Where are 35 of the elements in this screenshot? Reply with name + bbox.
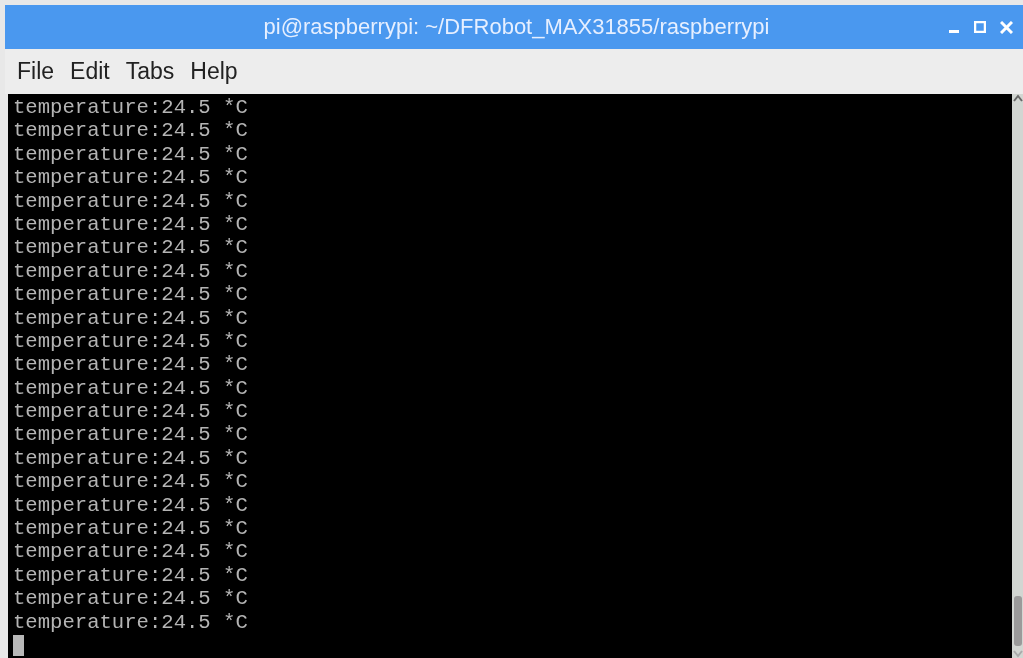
text-cursor <box>13 635 24 656</box>
scroll-up-icon[interactable] <box>1012 94 1023 102</box>
terminal-line: temperature:24.5 *C <box>13 306 248 330</box>
terminal-line: temperature:24.5 *C <box>13 212 248 237</box>
terminal-line: temperature:24.5 *C <box>13 493 248 518</box>
terminal-line: temperature:24.5 *C <box>13 423 248 447</box>
scrollbar[interactable] <box>1012 94 1023 658</box>
close-icon[interactable] <box>1000 20 1013 34</box>
terminal-line: temperature:24.5 *C <box>13 587 248 611</box>
terminal-line: temperature:24.5 *C <box>13 329 248 354</box>
terminal-line: temperature:24.5 *C <box>13 446 248 471</box>
window-title: pi@raspberrypi: ~/DFRobot_MAX31855/raspberrypi <box>262 14 771 40</box>
terminal-line: temperature:24.5 *C <box>13 236 248 260</box>
menu-item[interactable]: File <box>11 56 61 87</box>
terminal-line: temperature:24.5 *C <box>13 119 248 143</box>
terminal-line: temperature:24.5 *C <box>13 470 248 494</box>
terminal-line: temperature:24.5 *C <box>13 142 248 167</box>
terminal-line: temperature:24.5 *C <box>13 259 248 284</box>
menu-item[interactable]: Edit <box>64 56 116 87</box>
terminal-line: temperature:24.5 *C <box>13 540 248 564</box>
scroll-down-icon[interactable] <box>1012 650 1023 658</box>
terminal-line: temperature:24.5 *C <box>13 283 248 307</box>
terminal-line: temperature:24.5 *C <box>13 400 248 424</box>
menu-item[interactable]: Help <box>184 56 244 87</box>
menu-item[interactable]: Tabs <box>119 56 181 87</box>
terminal-line: temperature:24.5 *C <box>13 353 248 377</box>
terminal-line: temperature:24.5 *C <box>13 166 248 190</box>
terminal-line: temperature:24.5 *C <box>13 563 248 588</box>
scrollbar-thumb[interactable] <box>1013 596 1022 646</box>
terminal-line: temperature:24.5 *C <box>13 376 248 401</box>
terminal-line: temperature:24.5 *C <box>13 610 248 634</box>
terminal-line: temperature:24.5 *C <box>13 96 248 120</box>
terminal-line: temperature:24.5 *C <box>13 517 248 541</box>
terminal-line: temperature:24.5 *C <box>13 189 248 213</box>
maximize-icon[interactable] <box>974 21 986 33</box>
